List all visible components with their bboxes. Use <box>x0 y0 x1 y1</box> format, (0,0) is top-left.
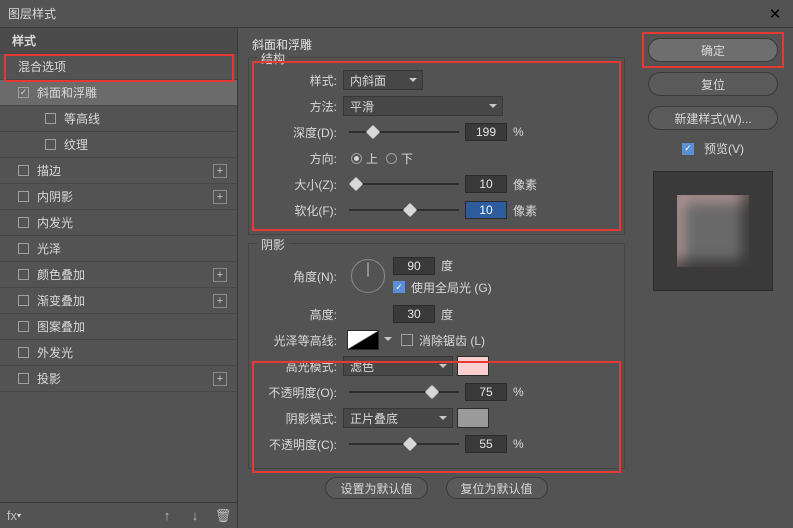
technique-select[interactable]: 平滑 <box>343 96 503 116</box>
reset-default-button[interactable]: 复位为默认值 <box>446 477 548 499</box>
options-panel: 斜面和浮雕 结构 样式: 内斜面 方法: 平滑 深度(D): 199 % <box>238 28 635 528</box>
style-checkbox[interactable] <box>18 373 29 384</box>
style-checkbox[interactable] <box>18 217 29 228</box>
blending-options-row[interactable]: 混合选项 <box>0 54 237 80</box>
style-checkbox[interactable] <box>18 269 29 280</box>
styles-panel: 样式 混合选项 斜面和浮雕等高线纹理描边 + 内阴影 + 内发光光泽颜色叠加 + 渐变叠加 +… <box>0 28 238 528</box>
style-checkbox[interactable] <box>18 165 29 176</box>
add-effect-icon[interactable]: + <box>213 372 227 386</box>
style-row-4[interactable]: 内阴影 + <box>0 184 237 210</box>
add-effect-icon[interactable]: + <box>213 164 227 178</box>
move-down-icon[interactable]: ↓ <box>187 508 203 524</box>
new-style-button[interactable]: 新建样式(W)... <box>648 106 778 130</box>
style-label: 内阴影 <box>37 188 73 205</box>
style-checkbox[interactable] <box>18 87 29 98</box>
preview-label: 预览(V) <box>704 140 744 157</box>
global-light-checkbox[interactable] <box>393 281 405 293</box>
fx-icon[interactable]: fx▾ <box>6 508 22 524</box>
style-label: 纹理 <box>64 136 88 153</box>
style-checkbox[interactable] <box>18 243 29 254</box>
style-label: 描边 <box>37 162 61 179</box>
highlight-mode-select[interactable]: 滤色 <box>343 356 453 376</box>
add-effect-icon[interactable]: + <box>213 294 227 308</box>
close-icon[interactable]: ✕ <box>765 4 785 24</box>
ok-button[interactable]: 确定 <box>648 38 778 62</box>
style-label: 渐变叠加 <box>37 292 85 309</box>
highlight-opacity-input[interactable]: 75 <box>465 383 507 401</box>
highlight-color-swatch[interactable] <box>457 356 489 376</box>
size-input[interactable]: 10 <box>465 175 507 193</box>
style-label: 图案叠加 <box>37 318 85 335</box>
right-panel: 确定 复位 新建样式(W)... 预览(V) <box>635 28 793 528</box>
style-label: 光泽 <box>37 240 61 257</box>
shading-group: 阴影 角度(N): 90 度 使用全局光 (G) <box>248 243 625 469</box>
style-checkbox[interactable] <box>18 347 29 358</box>
style-label: 投影 <box>37 370 61 387</box>
highlight-opacity-slider[interactable] <box>349 385 459 399</box>
layer-style-dialog: 图层样式 ✕ 样式 混合选项 斜面和浮雕等高线纹理描边 + 内阴影 + 内发光光泽颜色叠… <box>0 0 793 528</box>
window-title: 图层样式 <box>8 5 765 22</box>
cancel-button[interactable]: 复位 <box>648 72 778 96</box>
depth-slider[interactable] <box>349 125 459 139</box>
style-checkbox[interactable] <box>18 295 29 306</box>
style-checkbox[interactable] <box>45 139 56 150</box>
shadow-mode-select[interactable]: 正片叠底 <box>343 408 453 428</box>
angle-input[interactable]: 90 <box>393 257 435 275</box>
style-checkbox[interactable] <box>18 191 29 202</box>
depth-input[interactable]: 199 <box>465 123 507 141</box>
style-row-1[interactable]: 等高线 <box>0 106 237 132</box>
soften-input[interactable]: 10 <box>465 201 507 219</box>
style-row-5[interactable]: 内发光 <box>0 210 237 236</box>
style-row-11[interactable]: 投影 + <box>0 366 237 392</box>
style-checkbox[interactable] <box>45 113 56 124</box>
shadow-opacity-input[interactable]: 55 <box>465 435 507 453</box>
style-label: 外发光 <box>37 344 73 361</box>
style-row-0[interactable]: 斜面和浮雕 <box>0 80 237 106</box>
gloss-contour-picker[interactable] <box>347 330 379 350</box>
titlebar: 图层样式 ✕ <box>0 0 793 28</box>
bevel-title: 斜面和浮雕 <box>252 36 625 53</box>
style-row-6[interactable]: 光泽 <box>0 236 237 262</box>
style-row-7[interactable]: 颜色叠加 + <box>0 262 237 288</box>
move-up-icon[interactable]: ↑ <box>159 508 175 524</box>
add-effect-icon[interactable]: + <box>213 190 227 204</box>
altitude-input[interactable]: 30 <box>393 305 435 323</box>
style-select[interactable]: 内斜面 <box>343 70 423 90</box>
soften-slider[interactable] <box>349 203 459 217</box>
direction-up-radio[interactable] <box>351 153 362 164</box>
antialias-checkbox[interactable] <box>401 334 413 346</box>
style-label: 颜色叠加 <box>37 266 85 283</box>
style-row-10[interactable]: 外发光 <box>0 340 237 366</box>
shadow-color-swatch[interactable] <box>457 408 489 428</box>
add-effect-icon[interactable]: + <box>213 268 227 282</box>
styles-header: 样式 <box>0 28 237 54</box>
style-row-2[interactable]: 纹理 <box>0 132 237 158</box>
style-row-3[interactable]: 描边 + <box>0 158 237 184</box>
style-label: 等高线 <box>64 110 100 127</box>
preview-checkbox[interactable] <box>682 143 694 155</box>
style-row-8[interactable]: 渐变叠加 + <box>0 288 237 314</box>
structure-group: 结构 样式: 内斜面 方法: 平滑 深度(D): 199 % 方向: <box>248 57 625 235</box>
style-label: 斜面和浮雕 <box>37 84 97 101</box>
angle-dial[interactable] <box>351 259 385 293</box>
trash-icon[interactable]: 🗑 <box>215 508 231 524</box>
shadow-opacity-slider[interactable] <box>349 437 459 451</box>
style-row-9[interactable]: 图案叠加 <box>0 314 237 340</box>
make-default-button[interactable]: 设置为默认值 <box>325 477 427 499</box>
style-checkbox[interactable] <box>18 321 29 332</box>
style-label: 内发光 <box>37 214 73 231</box>
preview-thumbnail <box>653 171 773 291</box>
direction-down-radio[interactable] <box>386 153 397 164</box>
size-slider[interactable] <box>349 177 459 191</box>
styles-footer: fx▾ ↑ ↓ 🗑 <box>0 502 237 528</box>
